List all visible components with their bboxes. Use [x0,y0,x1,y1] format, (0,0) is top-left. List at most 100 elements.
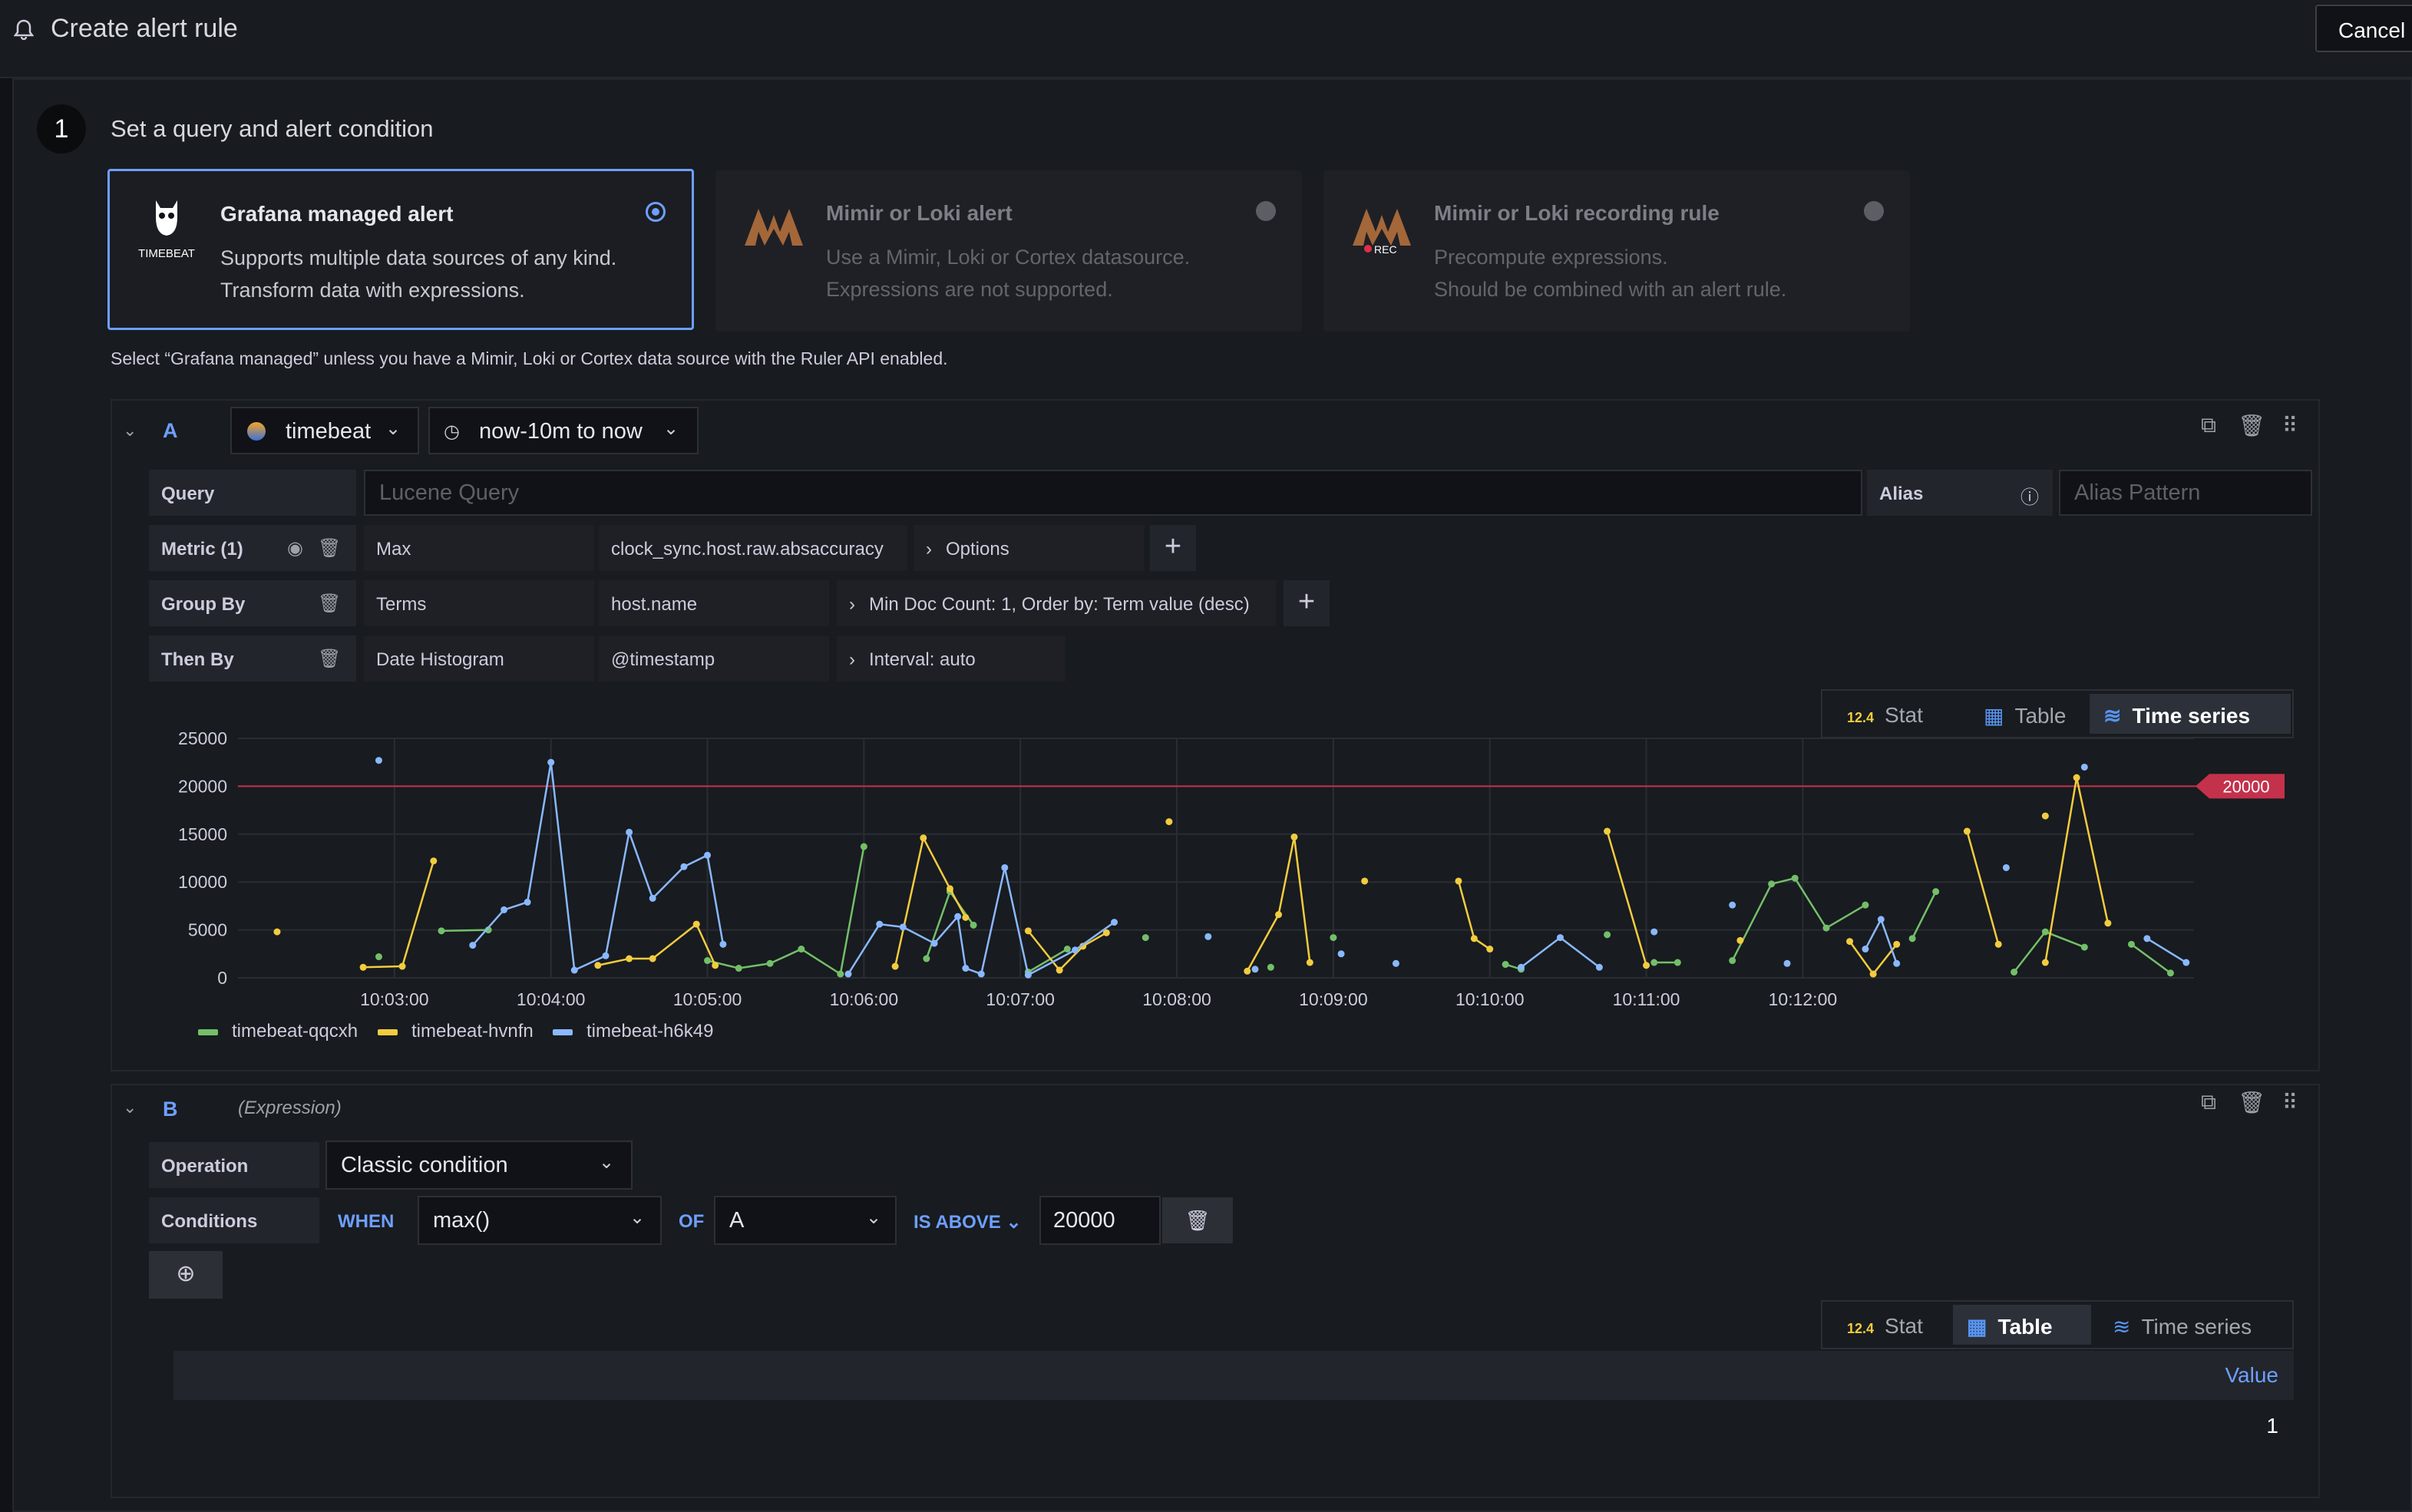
y-tick-label: 25000 [178,729,227,748]
eye-icon[interactable]: ◉ [287,537,303,560]
data-point [2073,774,2080,781]
groupby-options-toggle[interactable]: › Min Doc Count: 1, Order by: Term value … [837,580,1276,626]
data-point [1330,934,1337,942]
query-ref: A [163,419,178,442]
query-ref-value: A [729,1208,745,1233]
view-stat-button[interactable]: 12.4 Stat [1833,694,1971,734]
reducer-select[interactable]: max() ⌄ [418,1196,662,1245]
series-line-segment [1059,945,1084,971]
trash-icon[interactable]: 🗑 [318,593,341,615]
delete-expression-icon[interactable]: 🗑 [2232,1090,2271,1128]
series-line-segment [1771,876,1796,885]
value-column-header[interactable]: Value [2225,1363,2278,1388]
metric-options-toggle[interactable]: › Options [914,525,1144,571]
groupby-field-select[interactable]: host.name [599,580,829,626]
legend-item[interactable]: timebeat-hvnfn [378,1021,534,1042]
datasource-picker[interactable]: timebeat ⌄ [230,407,419,454]
stat-icon: 12.4 [1847,710,1875,725]
add-metric-button[interactable]: + [1150,525,1196,571]
data-point [1862,946,1869,953]
x-tick-label: 10:07:00 [986,989,1055,1009]
time-range-picker[interactable]: ◷ now-10m to now ⌄ [428,407,699,454]
alert-type-recording-rule[interactable]: REC Mimir or Loki recording rule Precomp… [1323,170,1910,332]
data-point [1361,877,1369,885]
stat-icon: 12.4 [1847,1321,1875,1336]
card-title: Grafana managed alert [220,202,454,226]
card-description: Precompute expressions. Should be combine… [1434,246,1787,301]
legend-item[interactable]: timebeat-h6k49 [553,1021,713,1042]
data-point [1290,834,1298,841]
x-tick-label: 10:03:00 [360,989,429,1009]
collapse-chevron-icon[interactable]: ⌄ [123,1098,137,1117]
data-point [860,843,867,850]
clock-icon: ◷ [444,421,460,442]
delete-condition-button[interactable]: 🗑 [1162,1197,1233,1243]
datasource-name: timebeat [286,419,372,444]
table-icon: ▦ [1984,704,2004,728]
alias-label: Alias ⓘ [1867,470,2053,516]
data-point [1392,959,1399,967]
data-point [2011,969,2018,976]
data-point [1306,959,1313,966]
thenby-type-select[interactable]: Date Histogram [364,636,594,682]
query-ref-select[interactable]: A ⌄ [714,1196,897,1245]
series-line-segment [1849,940,1875,975]
view-stat-button[interactable]: 12.4 Stat [1833,1305,1971,1345]
data-point [2182,959,2190,966]
data-point [1111,919,1118,926]
duplicate-query-icon[interactable]: ⧉ [2189,413,2228,451]
view-timeseries-button[interactable]: ≋ Time series [2090,694,2291,734]
alert-type-grafana-managed[interactable]: TIMEBEAT Grafana managed alert Supports … [107,169,694,330]
radio-unselected[interactable] [1256,201,1276,221]
add-groupby-button[interactable]: + [1284,580,1330,626]
x-tick-label: 10:12:00 [1769,989,1838,1009]
query-label: Query [149,470,356,516]
duplicate-expression-icon[interactable]: ⧉ [2189,1090,2228,1128]
data-point [2041,928,2049,936]
view-timeseries-button[interactable]: ≋ Time series [2099,1305,2291,1345]
series-line-segment [597,957,629,966]
radio-unselected[interactable] [1864,201,1884,221]
groupby-type-select[interactable]: Terms [364,580,594,626]
trash-icon[interactable]: 🗑 [318,537,341,560]
add-condition-button[interactable]: ⊕ [149,1251,223,1299]
collapse-chevron-icon[interactable]: ⌄ [123,421,137,441]
data-point [1595,963,1603,971]
data-point [1650,928,1658,936]
data-point [1963,827,1971,835]
rec-badge: REC [1374,243,1397,256]
series-line-segment [1880,919,1898,964]
data-point [962,913,970,921]
thenby-field-select[interactable]: @timestamp [599,636,829,682]
drag-handle-icon[interactable]: ⠿ [2271,413,2309,451]
radio-selected[interactable] [646,202,666,222]
metric-field-select[interactable]: clock_sync.host.raw.absaccuracy [599,525,907,571]
delete-query-icon[interactable]: 🗑 [2232,413,2271,451]
thenby-options-toggle[interactable]: › Interval: auto [837,636,1066,682]
series-line-segment [363,965,403,969]
data-point [844,970,852,978]
evaluator-select[interactable]: IS ABOVE ⌄ [901,1197,1036,1243]
view-table-button[interactable]: ▦ Table [1970,694,2096,734]
alert-type-mimir-loki[interactable]: Mimir or Loki alert Use a Mimir, Loki or… [715,170,1302,332]
data-point [1994,940,2002,948]
legend-item[interactable]: timebeat-qqcxh [198,1021,358,1042]
view-table-button[interactable]: ▦ Table [1953,1305,2091,1345]
data-point [1337,950,1345,958]
metric-type-select[interactable]: Max [364,525,594,571]
y-tick-label: 10000 [178,872,227,892]
threshold-input[interactable]: 20000 [1039,1196,1161,1245]
operation-select[interactable]: Classic condition ⌄ [325,1141,633,1190]
cancel-button[interactable]: Cancel [2315,5,2412,52]
data-point [1908,935,1916,943]
series-line-segment [1872,943,1898,975]
series-line-segment [738,962,771,969]
data-point [891,962,899,970]
lucene-query-input[interactable]: Lucene Query [364,470,1862,516]
trash-icon[interactable]: 🗑 [318,648,341,670]
chevron-down-icon: ⌄ [599,1152,615,1173]
card-title: Mimir or Loki alert [826,201,1013,225]
alias-pattern-input[interactable]: Alias Pattern [2059,470,2312,516]
drag-handle-icon[interactable]: ⠿ [2271,1090,2309,1128]
timebeat-logo-text: TIMEBEAT [138,247,195,260]
